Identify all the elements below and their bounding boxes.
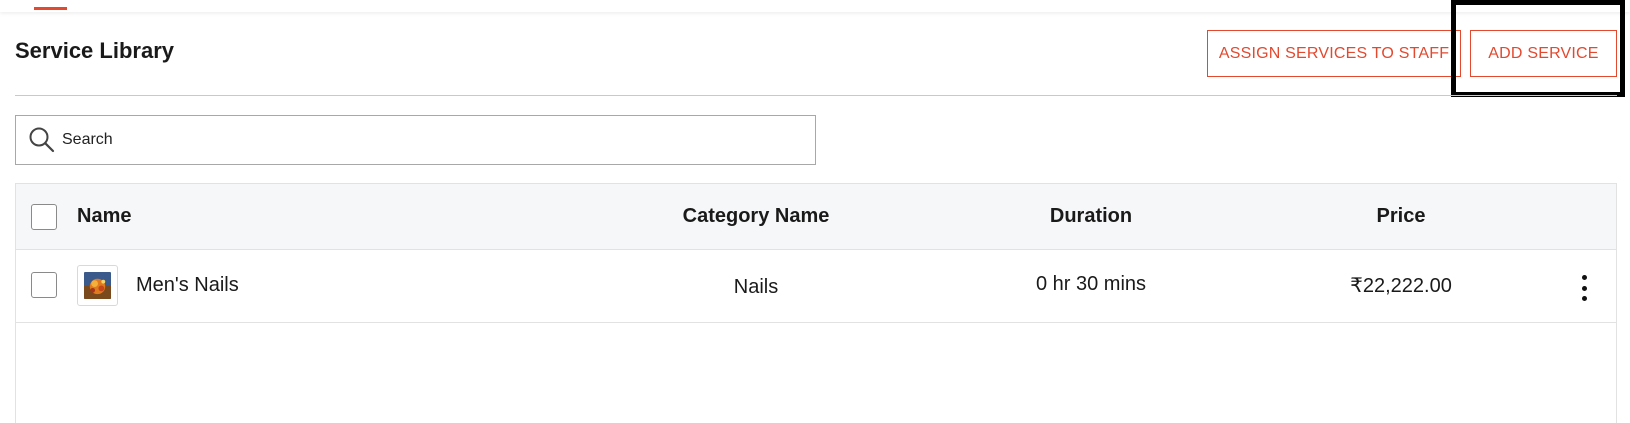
top-navigation-strip: [0, 0, 1630, 12]
column-header-name[interactable]: Name: [77, 205, 131, 228]
page-title: Service Library: [15, 38, 174, 63]
row-checkbox[interactable]: [31, 272, 57, 298]
service-duration: 0 hr 30 mins: [1035, 273, 1147, 295]
header-divider: [15, 95, 1617, 96]
active-tab-indicator: [34, 7, 67, 10]
add-service-button[interactable]: ADD SERVICE: [1470, 30, 1617, 77]
service-price: ₹22,222.00: [1350, 275, 1452, 297]
service-thumbnail: [77, 265, 118, 306]
search-box[interactable]: [15, 115, 816, 165]
assign-services-to-staff-button[interactable]: ASSIGN SERVICES TO STAFF: [1207, 30, 1461, 77]
service-category: Nails: [733, 276, 779, 298]
select-all-checkbox[interactable]: [31, 204, 57, 230]
column-header-category[interactable]: Category Name: [596, 205, 916, 228]
column-header-duration[interactable]: Duration: [956, 205, 1226, 228]
table-row[interactable]: Men's Nails Nails 0 hr 30 mins ₹22,222.0…: [16, 250, 1616, 323]
search-input[interactable]: [62, 131, 762, 149]
more-vertical-icon[interactable]: [1578, 275, 1590, 301]
column-header-price[interactable]: Price: [1266, 205, 1536, 228]
services-table: Name Category Name Duration Price Men's …: [15, 183, 1617, 423]
search-icon: [28, 126, 56, 154]
service-name[interactable]: Men's Nails: [136, 274, 239, 297]
table-header: Name Category Name Duration Price: [16, 184, 1616, 250]
